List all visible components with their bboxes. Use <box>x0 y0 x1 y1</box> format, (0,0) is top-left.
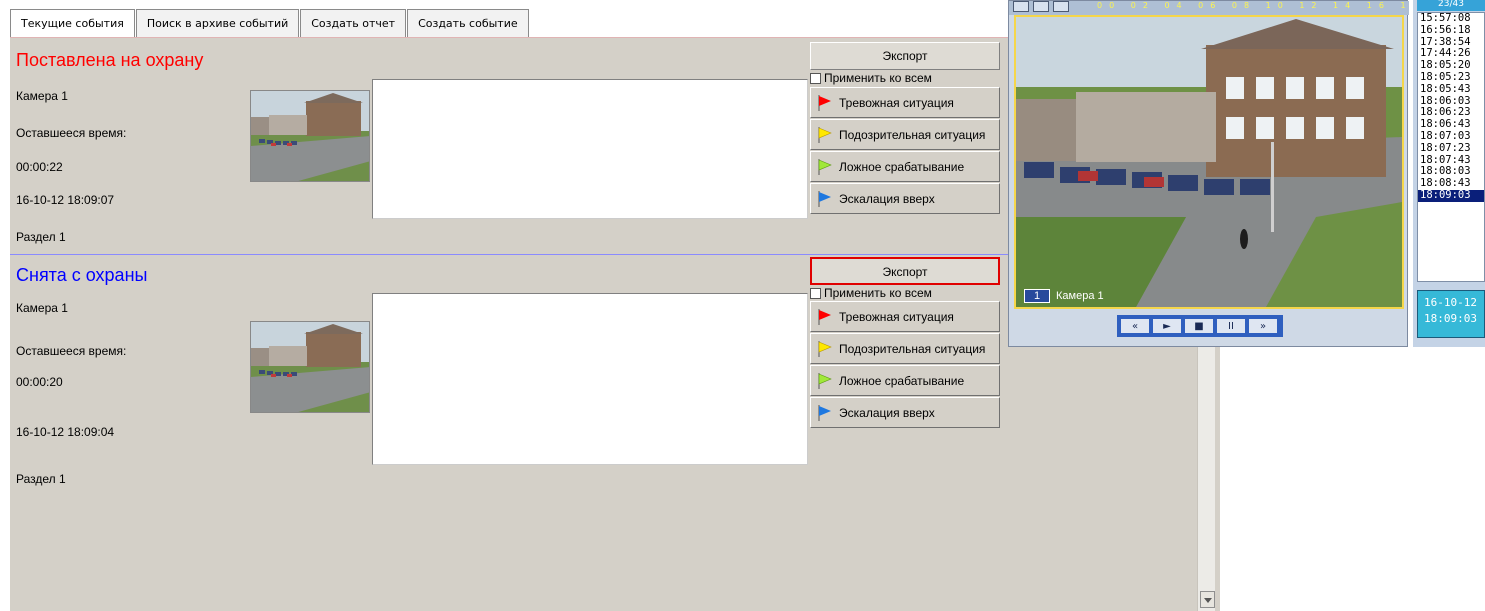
section-label: Раздел 1 <box>16 472 66 486</box>
pause-button[interactable]: II <box>1216 318 1246 334</box>
alarm-situation-button[interactable]: Тревожная ситуация <box>810 87 1000 118</box>
button-label: Подозрительная ситуация <box>839 127 986 142</box>
apply-to-all-label: Применить ко всем <box>824 286 932 300</box>
green-flag-icon <box>818 372 832 389</box>
event-datetime: 16-10-12 18:09:04 <box>16 425 115 439</box>
camera-overlay-label: 1 Камера 1 <box>1024 289 1104 303</box>
button-label: Ложное срабатывание <box>839 373 965 388</box>
apply-to-all-checkbox[interactable]: Применить ко всем <box>810 71 932 85</box>
green-flag-icon <box>818 158 832 175</box>
camera-name: Камера 1 <box>1056 290 1104 302</box>
fast-forward-button[interactable]: » <box>1248 318 1278 334</box>
camera-label: Камера 1 <box>16 301 68 315</box>
monitor-tool-button[interactable] <box>1053 1 1069 12</box>
false-alarm-button[interactable]: Ложное срабатывание <box>810 365 1000 396</box>
play-button[interactable]: ► <box>1152 318 1182 334</box>
timestamp-item[interactable]: 18:07:03 <box>1418 130 1484 143</box>
comment-textarea[interactable] <box>372 293 808 465</box>
camera-snapshot-image <box>251 91 369 181</box>
yellow-flag-icon <box>818 340 832 357</box>
camera-thumbnail[interactable] <box>250 321 370 413</box>
remaining-time-label: Оставшееся время: <box>16 126 127 140</box>
export-button[interactable]: Экспорт <box>810 42 1000 70</box>
timestamp-item[interactable]: 18:07:23 <box>1418 142 1484 155</box>
playback-controls: « ► ■ II » <box>1117 315 1283 337</box>
timeline-bar[interactable]: 00 02 04 06 08 10 12 14 16 18 20 22 24 <box>1009 1 1485 15</box>
escalate-up-button[interactable]: Эскалация вверх <box>810 183 1000 214</box>
timestamp-item-selected[interactable]: 18:09:03 <box>1418 189 1484 202</box>
camera-number-badge: 1 <box>1024 289 1050 303</box>
remaining-time-value: 00:00:20 <box>16 375 63 389</box>
video-frame[interactable]: 1 Камера 1 <box>1014 15 1404 309</box>
yellow-flag-icon <box>818 126 832 143</box>
red-flag-icon <box>818 94 831 111</box>
button-label: Эскалация вверх <box>839 191 935 206</box>
alarm-situation-button[interactable]: Тревожная ситуация <box>810 301 1000 332</box>
event-title: Снята с охраны <box>16 265 148 285</box>
checkbox-box[interactable] <box>810 287 821 299</box>
button-label: Эскалация вверх <box>839 405 935 420</box>
stop-button[interactable]: ■ <box>1184 318 1214 334</box>
comment-textarea[interactable] <box>372 79 808 219</box>
video-monitor-window: 00 02 04 06 08 10 12 14 16 18 20 22 24 1… <box>1008 0 1485 347</box>
timestamps-panel: 23/43 15:57:08 16:56:18 17:38:54 17:44:2… <box>1413 0 1485 347</box>
remaining-time-value: 00:00:22 <box>16 160 63 174</box>
blue-flag-icon <box>818 404 831 421</box>
timestamp-list[interactable]: 15:57:08 16:56:18 17:38:54 17:44:26 18:0… <box>1417 12 1485 282</box>
blue-flag-icon <box>818 190 831 207</box>
current-datetime-display: 16-10-12 18:09:03 <box>1417 290 1485 338</box>
timestamp-item[interactable]: 18:05:43 <box>1418 83 1484 96</box>
monitor-tool-button[interactable] <box>1013 1 1029 12</box>
remaining-time-label: Оставшееся время: <box>16 344 127 358</box>
apply-to-all-checkbox[interactable]: Применить ко всем <box>810 286 932 300</box>
checkbox-box[interactable] <box>810 72 821 84</box>
apply-to-all-label: Применить ко всем <box>824 71 932 85</box>
button-label: Ложное срабатывание <box>839 159 965 174</box>
tab-bar: Текущие события Поиск в архиве событий С… <box>10 9 530 37</box>
red-flag-icon <box>818 308 831 325</box>
button-label: Тревожная ситуация <box>839 95 954 110</box>
tab-current-events[interactable]: Текущие события <box>10 9 135 37</box>
tab-create-report[interactable]: Создать отчет <box>300 9 407 37</box>
timestamp-item[interactable]: 16:56:18 <box>1418 24 1484 37</box>
escalate-up-button[interactable]: Эскалация вверх <box>810 397 1000 428</box>
current-date: 16-10-12 <box>1424 296 1477 309</box>
camera-thumbnail[interactable] <box>250 90 370 182</box>
tab-create-event[interactable]: Создать событие <box>407 9 529 37</box>
camera-label: Камера 1 <box>16 89 68 103</box>
camera-snapshot-image <box>251 322 369 412</box>
suspicious-situation-button[interactable]: Подозрительная ситуация <box>810 333 1000 364</box>
section-label: Раздел 1 <box>16 230 66 244</box>
false-alarm-button[interactable]: Ложное срабатывание <box>810 151 1000 182</box>
rewind-button[interactable]: « <box>1120 318 1150 334</box>
app-root: Текущие события Поиск в архиве событий С… <box>0 0 1485 611</box>
event-title: Поставлена на охрану <box>16 50 204 70</box>
scroll-down-button[interactable] <box>1200 591 1215 608</box>
camera-video-image <box>1016 17 1402 307</box>
suspicious-situation-button[interactable]: Подозрительная ситуация <box>810 119 1000 150</box>
current-time: 18:09:03 <box>1424 312 1477 325</box>
export-button[interactable]: Экспорт <box>810 257 1000 285</box>
timestamp-item[interactable]: 18:05:23 <box>1418 71 1484 84</box>
tab-archive-search[interactable]: Поиск в архиве событий <box>135 9 300 37</box>
monitor-tool-button[interactable] <box>1033 1 1049 12</box>
event-datetime: 16-10-12 18:09:07 <box>16 193 115 207</box>
button-label: Тревожная ситуация <box>839 309 954 324</box>
event-counter: 23/43 <box>1417 0 1485 11</box>
button-label: Подозрительная ситуация <box>839 341 986 356</box>
